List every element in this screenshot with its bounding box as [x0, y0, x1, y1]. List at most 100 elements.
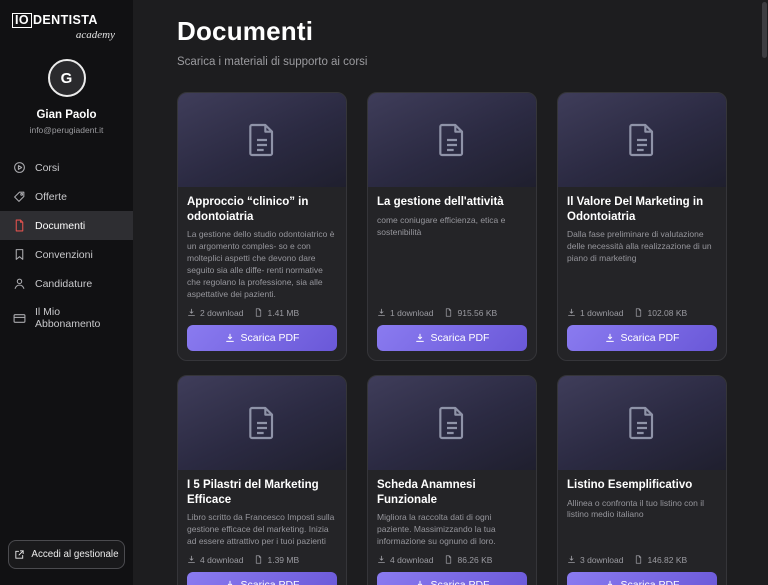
- file-size-text: 86.26 KB: [457, 555, 492, 565]
- document-title: La gestione dell'attività: [377, 195, 527, 210]
- logo-io-box: IO: [12, 13, 32, 28]
- brand-logo-text: IODENTISTA: [12, 13, 121, 28]
- scarica-pdf-button[interactable]: Scarica PDF: [377, 572, 527, 585]
- file-preview-icon: [432, 120, 472, 160]
- card-body: I 5 Pilastri del Marketing Efficace Libr…: [178, 470, 346, 585]
- document-card: Approccio “clinico” in odontoiatria La g…: [177, 92, 347, 361]
- file-size-text: 915.56 KB: [457, 308, 497, 318]
- document-meta: 1 download 915.56 KB: [377, 308, 527, 318]
- file-preview-icon: [242, 403, 282, 443]
- document-thumbnail: [368, 376, 536, 470]
- document-thumbnail: [178, 376, 346, 470]
- sidebar-item-convenzioni[interactable]: Convenzioni: [0, 240, 133, 269]
- download-icon: [415, 333, 425, 343]
- sidebar-item-label: Offerte: [35, 191, 67, 203]
- download-count: 4 download: [377, 555, 433, 565]
- sidebar-spacer: [0, 338, 133, 530]
- file-icon: [444, 555, 453, 564]
- documents-grid: Approccio “clinico” in odontoiatria La g…: [177, 92, 748, 585]
- scarica-pdf-label: Scarica PDF: [431, 579, 490, 585]
- sidebar-item-offerte[interactable]: Offerte: [0, 182, 133, 211]
- brand-logo-academy: academy: [12, 29, 121, 41]
- user-name: Gian Paolo: [6, 109, 127, 121]
- user-profile: G Gian Paolo info@perugiadent.it: [0, 45, 133, 153]
- scarica-pdf-button[interactable]: Scarica PDF: [567, 325, 717, 351]
- sidebar-item-label: Candidature: [35, 278, 92, 290]
- download-icon: [415, 580, 425, 585]
- sidebar-item-corsi[interactable]: Corsi: [0, 153, 133, 182]
- file-size: 915.56 KB: [444, 308, 497, 318]
- file-size: 1.39 MB: [254, 555, 299, 565]
- file-icon: [444, 308, 453, 317]
- accedi-gestionale-button[interactable]: Accedi al gestionale: [8, 540, 125, 569]
- download-icon: [377, 308, 386, 317]
- file-size-text: 1.39 MB: [267, 555, 299, 565]
- logo-rest: DENTISTA: [33, 13, 98, 27]
- scarica-pdf-label: Scarica PDF: [241, 579, 300, 585]
- card-body: La gestione dell'attività come coniugare…: [368, 187, 536, 360]
- document-meta: 2 download 1.41 MB: [187, 308, 337, 318]
- document-card: La gestione dell'attività come coniugare…: [367, 92, 537, 361]
- brand-logo: IODENTISTA academy: [0, 0, 133, 45]
- document-thumbnail: [558, 93, 726, 187]
- tag-icon: [13, 190, 26, 203]
- download-icon: [225, 333, 235, 343]
- external-link-icon: [14, 549, 25, 560]
- download-icon: [187, 308, 196, 317]
- user-icon: [13, 277, 26, 290]
- document-description: Dalla fase preliminare di valutazione de…: [567, 229, 717, 300]
- scarica-pdf-label: Scarica PDF: [621, 332, 680, 344]
- download-icon: [605, 580, 615, 585]
- download-count-text: 1 download: [390, 308, 433, 318]
- document-description: La gestione dello studio odontoiatrico è…: [187, 229, 337, 300]
- download-icon: [567, 308, 576, 317]
- document-meta: 1 download 102.08 KB: [567, 308, 717, 318]
- download-icon: [605, 333, 615, 343]
- file-size-text: 1.41 MB: [267, 308, 299, 318]
- document-title: Approccio “clinico” in odontoiatria: [187, 195, 337, 224]
- file-preview-icon: [432, 403, 472, 443]
- download-count: 1 download: [377, 308, 433, 318]
- bookmark-icon: [13, 248, 26, 261]
- scrollbar[interactable]: [762, 2, 767, 58]
- scarica-pdf-button[interactable]: Scarica PDF: [567, 572, 717, 585]
- accedi-gestionale-label: Accedi al gestionale: [31, 549, 118, 560]
- sidebar-item-label: Convenzioni: [35, 249, 93, 261]
- file-size: 86.26 KB: [444, 555, 492, 565]
- scarica-pdf-button[interactable]: Scarica PDF: [187, 572, 337, 585]
- document-thumbnail: [558, 376, 726, 470]
- download-count-text: 2 download: [200, 308, 243, 318]
- document-meta: 4 download 86.26 KB: [377, 555, 527, 565]
- page-title: Documenti: [177, 16, 748, 47]
- user-email: info@perugiadent.it: [6, 125, 127, 135]
- file-preview-icon: [622, 403, 662, 443]
- card-body: Il Valore Del Marketing in Odontoiatria …: [558, 187, 726, 360]
- sidebar-item-abbonamento[interactable]: Il Mio Abbonamento: [0, 298, 133, 338]
- download-count-text: 4 download: [200, 555, 243, 565]
- file-size: 146.82 KB: [634, 555, 687, 565]
- document-meta: 4 download 1.39 MB: [187, 555, 337, 565]
- document-card: I 5 Pilastri del Marketing Efficace Libr…: [177, 375, 347, 585]
- play-icon: [13, 161, 26, 174]
- document-description: Migliora la raccolta dati di ogni pazien…: [377, 512, 527, 548]
- scarica-pdf-button[interactable]: Scarica PDF: [377, 325, 527, 351]
- scarica-pdf-label: Scarica PDF: [431, 332, 490, 344]
- document-title: Scheda Anamnesi Funzionale: [377, 478, 527, 507]
- download-count-text: 1 download: [580, 308, 623, 318]
- download-count: 2 download: [187, 308, 243, 318]
- card-body: Scheda Anamnesi Funzionale Migliora la r…: [368, 470, 536, 585]
- download-icon: [187, 555, 196, 564]
- file-icon: [254, 555, 263, 564]
- scarica-pdf-button[interactable]: Scarica PDF: [187, 325, 337, 351]
- download-count: 3 download: [567, 555, 623, 565]
- sidebar-item-candidature[interactable]: Candidature: [0, 269, 133, 298]
- file-size-text: 146.82 KB: [647, 555, 687, 565]
- file-icon: [254, 308, 263, 317]
- document-title: Il Valore Del Marketing in Odontoiatria: [567, 195, 717, 224]
- credit-card-icon: [13, 312, 26, 325]
- page-subtitle: Scarica i materiali di supporto ai corsi: [177, 56, 748, 68]
- sidebar-item-documenti[interactable]: Documenti: [0, 211, 133, 240]
- document-meta: 3 download 146.82 KB: [567, 555, 717, 565]
- download-count-text: 3 download: [580, 555, 623, 565]
- document-title: I 5 Pilastri del Marketing Efficace: [187, 478, 337, 507]
